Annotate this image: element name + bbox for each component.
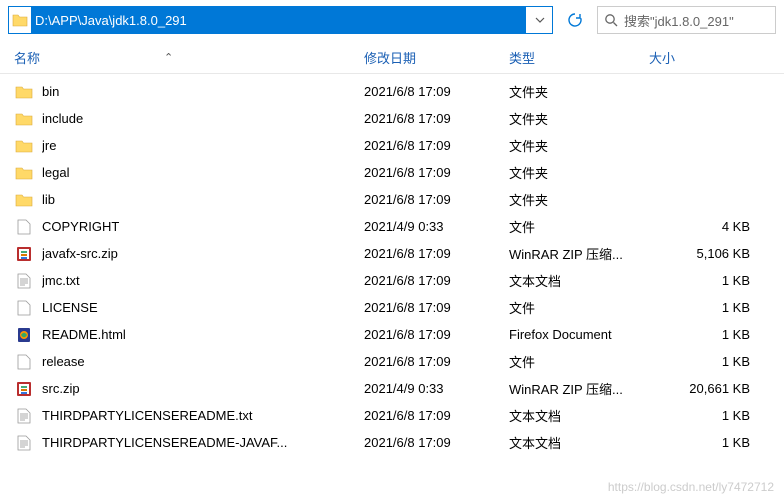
file-type: 文件 — [509, 352, 649, 371]
file-size: 4 KB — [649, 219, 770, 234]
toolbar: 搜索"jdk1.8.0_291" — [0, 0, 784, 40]
file-type: 文件夹 — [509, 82, 649, 101]
file-type: 文件夹 — [509, 136, 649, 155]
file-row[interactable]: src.zip2021/4/9 0:33WinRAR ZIP 压缩...20,6… — [0, 375, 784, 402]
file-name: src.zip — [42, 381, 364, 396]
file-type: Firefox Document — [509, 327, 649, 342]
file-date: 2021/6/8 17:09 — [364, 273, 509, 288]
file-name: include — [42, 111, 364, 126]
folder-icon — [14, 191, 34, 209]
file-type: 文件夹 — [509, 190, 649, 209]
file-icon — [14, 218, 34, 236]
html-icon — [14, 326, 34, 344]
file-row[interactable]: THIRDPARTYLICENSEREADME-JAVAF...2021/6/8… — [0, 429, 784, 456]
col-type[interactable]: 类型 — [509, 48, 649, 67]
file-size: 20,661 KB — [649, 381, 770, 396]
file-type: 文件夹 — [509, 163, 649, 182]
folder-icon — [14, 137, 34, 155]
folder-icon — [9, 13, 31, 27]
file-date: 2021/6/8 17:09 — [364, 84, 509, 99]
folder-icon — [14, 83, 34, 101]
col-name[interactable]: 名称⌃ — [14, 48, 364, 67]
col-date[interactable]: 修改日期 — [364, 48, 509, 67]
file-type: 文本文档 — [509, 433, 649, 452]
file-date: 2021/6/8 17:09 — [364, 327, 509, 342]
file-type: 文件 — [509, 298, 649, 317]
sort-arrow-icon: ⌃ — [164, 51, 173, 64]
file-name: README.html — [42, 327, 364, 342]
file-date: 2021/6/8 17:09 — [364, 111, 509, 126]
file-icon — [14, 299, 34, 317]
file-date: 2021/6/8 17:09 — [364, 435, 509, 450]
file-size: 1 KB — [649, 327, 770, 342]
folder-icon — [14, 164, 34, 182]
file-icon — [14, 353, 34, 371]
search-icon — [604, 13, 618, 27]
file-row[interactable]: LICENSE2021/6/8 17:09文件1 KB — [0, 294, 784, 321]
file-row[interactable]: javafx-src.zip2021/6/8 17:09WinRAR ZIP 压… — [0, 240, 784, 267]
file-name: release — [42, 354, 364, 369]
file-date: 2021/6/8 17:09 — [364, 246, 509, 261]
file-date: 2021/6/8 17:09 — [364, 300, 509, 315]
file-list: bin2021/6/8 17:09文件夹include2021/6/8 17:0… — [0, 74, 784, 460]
file-type: WinRAR ZIP 压缩... — [509, 379, 649, 398]
file-size: 1 KB — [649, 408, 770, 423]
file-row[interactable]: README.html2021/6/8 17:09Firefox Documen… — [0, 321, 784, 348]
file-date: 2021/6/8 17:09 — [364, 138, 509, 153]
txt-icon — [14, 407, 34, 425]
file-size: 1 KB — [649, 435, 770, 450]
file-size: 5,106 KB — [649, 246, 770, 261]
file-name: bin — [42, 84, 364, 99]
file-size: 1 KB — [649, 273, 770, 288]
file-row[interactable]: lib2021/6/8 17:09文件夹 — [0, 186, 784, 213]
file-date: 2021/6/8 17:09 — [364, 354, 509, 369]
file-date: 2021/4/9 0:33 — [364, 219, 509, 234]
file-row[interactable]: jmc.txt2021/6/8 17:09文本文档1 KB — [0, 267, 784, 294]
file-row[interactable]: release2021/6/8 17:09文件1 KB — [0, 348, 784, 375]
file-size: 1 KB — [649, 354, 770, 369]
file-date: 2021/6/8 17:09 — [364, 192, 509, 207]
file-date: 2021/4/9 0:33 — [364, 381, 509, 396]
file-row[interactable]: bin2021/6/8 17:09文件夹 — [0, 78, 784, 105]
file-row[interactable]: THIRDPARTYLICENSEREADME.txt2021/6/8 17:0… — [0, 402, 784, 429]
column-header: 名称⌃ 修改日期 类型 大小 — [0, 40, 784, 74]
file-type: 文本文档 — [509, 406, 649, 425]
col-size[interactable]: 大小 — [649, 48, 770, 67]
file-type: WinRAR ZIP 压缩... — [509, 244, 649, 263]
file-name: javafx-src.zip — [42, 246, 364, 261]
file-size: 1 KB — [649, 300, 770, 315]
address-bar[interactable] — [8, 6, 553, 34]
zip-icon — [14, 245, 34, 263]
file-name: jmc.txt — [42, 273, 364, 288]
search-placeholder: 搜索"jdk1.8.0_291" — [624, 11, 734, 30]
file-row[interactable]: COPYRIGHT2021/4/9 0:33文件4 KB — [0, 213, 784, 240]
chevron-down-icon[interactable] — [526, 17, 552, 23]
file-type: 文本文档 — [509, 271, 649, 290]
file-name: THIRDPARTYLICENSEREADME-JAVAF... — [42, 435, 364, 450]
file-name: THIRDPARTYLICENSEREADME.txt — [42, 408, 364, 423]
file-row[interactable]: include2021/6/8 17:09文件夹 — [0, 105, 784, 132]
folder-icon — [14, 110, 34, 128]
txt-icon — [14, 434, 34, 452]
file-date: 2021/6/8 17:09 — [364, 165, 509, 180]
file-name: LICENSE — [42, 300, 364, 315]
file-name: legal — [42, 165, 364, 180]
file-row[interactable]: jre2021/6/8 17:09文件夹 — [0, 132, 784, 159]
watermark: https://blog.csdn.net/ly7472712 — [608, 480, 774, 494]
file-type: 文件夹 — [509, 109, 649, 128]
file-name: jre — [42, 138, 364, 153]
file-date: 2021/6/8 17:09 — [364, 408, 509, 423]
zip-icon — [14, 380, 34, 398]
txt-icon — [14, 272, 34, 290]
file-name: COPYRIGHT — [42, 219, 364, 234]
file-name: lib — [42, 192, 364, 207]
address-input[interactable] — [31, 7, 526, 33]
refresh-button[interactable] — [559, 6, 591, 34]
file-row[interactable]: legal2021/6/8 17:09文件夹 — [0, 159, 784, 186]
file-type: 文件 — [509, 217, 649, 236]
search-box[interactable]: 搜索"jdk1.8.0_291" — [597, 6, 776, 34]
